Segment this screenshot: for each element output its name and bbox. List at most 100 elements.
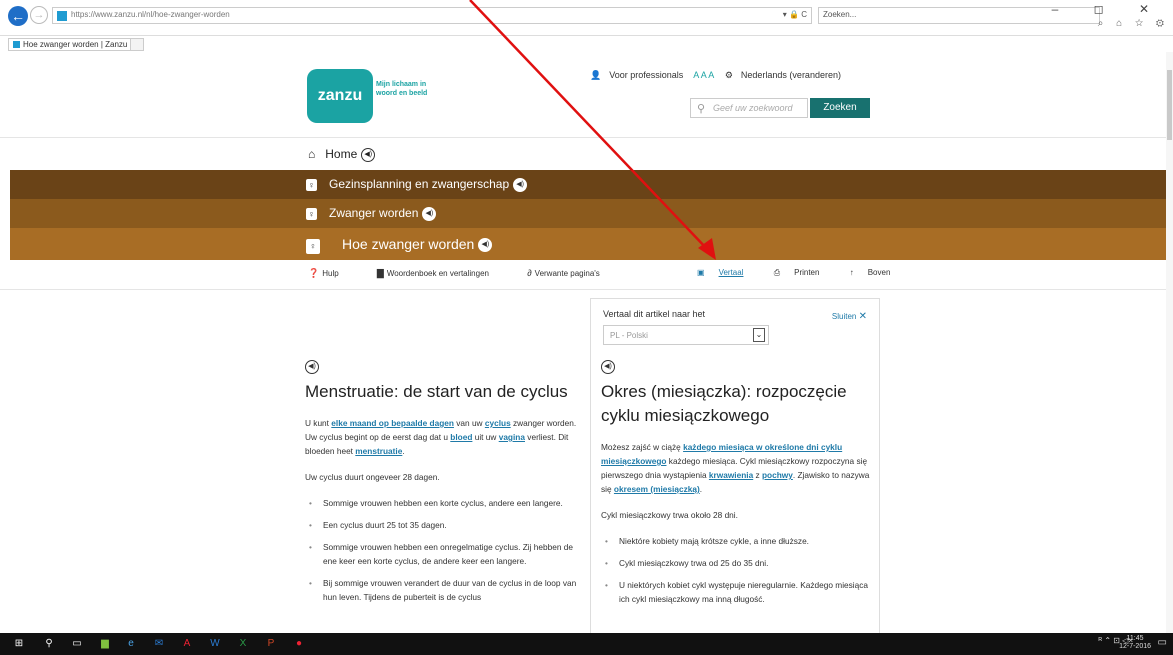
browser-tab[interactable]: Hoe zwanger worden | Zanzu × xyxy=(8,38,140,51)
language-link[interactable]: Nederlands (veranderen) xyxy=(741,70,841,80)
nav-bar-getting-pregnant[interactable]: ♀ Zwanger worden ◀) xyxy=(10,199,1166,228)
nav-level1-label: Gezinsplanning en zwangerschap xyxy=(329,177,510,191)
site-favicon-icon xyxy=(57,11,67,21)
article-dutch: ◀) Menstruatie: de start van de cyclus U… xyxy=(305,360,580,612)
glossary-link[interactable]: vagina xyxy=(499,432,525,442)
list-item: U niektórych kobiet cykl występuje niere… xyxy=(601,578,876,606)
help-link[interactable]: ❓ Hulp xyxy=(308,268,357,278)
site-search-input[interactable]: ⚲ Geef uw zoekwoord xyxy=(690,98,808,118)
article-toolbar-left: ❓ Hulp ▇ Woordenboek en vertalingen ∂ Verwa… xyxy=(308,268,636,279)
speaker-icon[interactable]: ◀) xyxy=(361,147,376,162)
printer-icon: ⎙ xyxy=(773,268,781,277)
window-controls[interactable]: – ◻ ✕ xyxy=(1052,2,1165,16)
glossary-link[interactable]: krwawienia xyxy=(709,470,753,480)
home-icon: ⌂ xyxy=(308,147,316,161)
list-item: Bij sommige vrouwen verandert de duur va… xyxy=(305,576,580,604)
home-link[interactable]: ⌂ Home ◀) xyxy=(308,147,376,162)
article-paragraph: Możesz zajść w ciążę każdego miesiąca w … xyxy=(601,442,870,494)
related-label: Verwante pagina's xyxy=(534,269,600,278)
tab-title: Hoe zwanger worden | Zanzu xyxy=(23,40,128,49)
close-translate-button[interactable]: Sluiten ✕ xyxy=(832,311,867,322)
print-link[interactable]: ⎙ Printen xyxy=(774,268,834,277)
glossary-link[interactable]: elke maand op bepaalde dagen xyxy=(331,418,454,428)
header-divider xyxy=(0,137,1166,138)
list-item: Een cyclus duurt 25 tot 35 dagen. xyxy=(305,518,580,532)
article-heading: Menstruatie: de start van de cyclus xyxy=(305,382,568,401)
scrollbar-thumb[interactable] xyxy=(1167,70,1172,140)
toolbar-divider xyxy=(0,289,1166,290)
professionals-link[interactable]: Voor professionals xyxy=(609,70,683,80)
help-icon: ❓ xyxy=(308,268,320,278)
logo-tagline: Mijn lichaam in woord en beeld xyxy=(376,81,428,97)
print-label: Printen xyxy=(794,268,820,277)
glossary-link[interactable]: okresem (miesiączką) xyxy=(614,484,700,494)
category-icon: ♀ xyxy=(306,239,320,254)
task-view-icon[interactable]: ▭ xyxy=(70,637,84,651)
search-placeholder: Geef uw zoekwoord xyxy=(713,103,793,113)
address-controls-icon[interactable]: ▾ 🔒 C xyxy=(783,10,807,19)
speaker-icon[interactable]: ◀) xyxy=(422,206,437,221)
nav-bar-how-to-get-pregnant[interactable]: ♀ Hoe zwanger worden ◀) xyxy=(10,228,1166,260)
glossary-link[interactable]: menstruatie xyxy=(355,446,402,456)
list-item: Niektóre kobiety mają krótsze cykle, a i… xyxy=(601,534,876,548)
file-explorer-icon[interactable]: ▆ xyxy=(98,637,112,651)
home-label: Home xyxy=(325,147,358,161)
glossary-link[interactable]: pochwy xyxy=(762,470,793,480)
speaker-icon[interactable]: ◀) xyxy=(478,238,493,253)
search-icon[interactable]: ⚲ xyxy=(42,637,56,651)
glossary-link[interactable]: ▇ Woordenboek en vertalingen xyxy=(377,268,507,278)
word-icon[interactable]: W xyxy=(208,637,222,651)
search-button[interactable]: Zoeken xyxy=(810,98,870,118)
translate-label: Vertaal xyxy=(718,268,744,277)
excel-icon[interactable]: X xyxy=(236,637,250,651)
translate-link[interactable]: ▣ Vertaal xyxy=(697,268,757,277)
back-button[interactable]: ← xyxy=(8,6,28,26)
top-link[interactable]: ↑ Boven xyxy=(850,268,905,277)
outlook-icon[interactable]: ✉ xyxy=(152,637,166,651)
article-toolbar-right: ▣ Vertaal ⎙ Printen ↑ Boven xyxy=(697,268,918,278)
close-icon: ✕ xyxy=(858,311,867,322)
nav-level3-label: Hoe zwanger worden xyxy=(342,236,475,252)
powerpoint-icon[interactable]: P xyxy=(264,637,278,651)
speaker-icon[interactable]: ◀) xyxy=(601,360,615,374)
font-size-controls[interactable]: A A A xyxy=(693,70,714,80)
link-icon: ∂ xyxy=(527,268,532,278)
top-label: Boven xyxy=(867,268,891,277)
language-select[interactable]: PL - Polski ⌄ xyxy=(603,325,769,345)
user-icon: 👤 xyxy=(590,70,602,80)
zanzu-logo[interactable]: zanzu xyxy=(307,69,373,123)
new-tab-button[interactable] xyxy=(130,38,144,51)
list-item: Cykl miesiączkowy trwa od 25 do 35 dni. xyxy=(601,556,876,570)
nav-bar-family-planning[interactable]: ♀ Gezinsplanning en zwangerschap ◀) xyxy=(10,170,1166,199)
article-heading: Okres (miesiączka): rozpoczęcie cyklu mi… xyxy=(601,382,847,425)
clock-date: 12-7-2016 xyxy=(1119,643,1151,650)
help-label: Hulp xyxy=(322,269,339,278)
glossary-link[interactable]: bloed xyxy=(450,432,472,442)
glossary-link[interactable]: cyclus xyxy=(485,418,511,428)
address-url: https://www.zanzu.nl/nl/hoe-zwanger-word… xyxy=(71,10,230,19)
translate-panel-title: Vertaal dit artikel naar het xyxy=(603,309,706,319)
windows-taskbar: ⊞ ⚲ ▭ ▆ e ✉ A W X P ● ᴿ ⌃ ⊡ ◁× 11:45 12-7… xyxy=(0,633,1173,655)
category-icon: ♀ xyxy=(306,208,317,220)
category-icon: ♀ xyxy=(306,179,317,191)
globe-icon: ⚙ xyxy=(724,70,733,80)
article-polish: ◀) Okres (miesiączka): rozpoczęcie cyklu… xyxy=(601,360,876,614)
internet-explorer-icon[interactable]: e xyxy=(124,637,138,651)
windows-start-icon[interactable]: ⊞ xyxy=(12,637,26,651)
language-select-value: PL - Polski xyxy=(610,331,648,340)
related-link[interactable]: ∂ Verwante pagina's xyxy=(527,268,618,278)
translate-icon: ▣ xyxy=(697,268,705,277)
close-label: Sluiten xyxy=(831,312,857,321)
app-icon[interactable]: ● xyxy=(292,637,306,651)
taskbar-clock[interactable]: 11:45 12-7-2016 xyxy=(1119,635,1151,651)
speaker-icon[interactable]: ◀) xyxy=(305,360,319,374)
article-paragraph: U kunt elke maand op bepaalde dagen van … xyxy=(305,418,577,456)
acrobat-icon[interactable]: A xyxy=(180,637,194,651)
speaker-icon[interactable]: ◀) xyxy=(513,177,528,192)
notifications-icon[interactable]: ▭ xyxy=(1158,637,1167,648)
glossary-label: Woordenboek en vertalingen xyxy=(386,269,489,278)
forward-button[interactable]: → xyxy=(30,6,48,24)
address-bar[interactable]: https://www.zanzu.nl/nl/hoe-zwanger-word… xyxy=(52,7,812,24)
browser-toolbar-icons[interactable]: ⌕ ⌂ ☆ ⚙ xyxy=(1098,18,1169,29)
chevron-down-icon[interactable]: ⌄ xyxy=(753,328,765,342)
